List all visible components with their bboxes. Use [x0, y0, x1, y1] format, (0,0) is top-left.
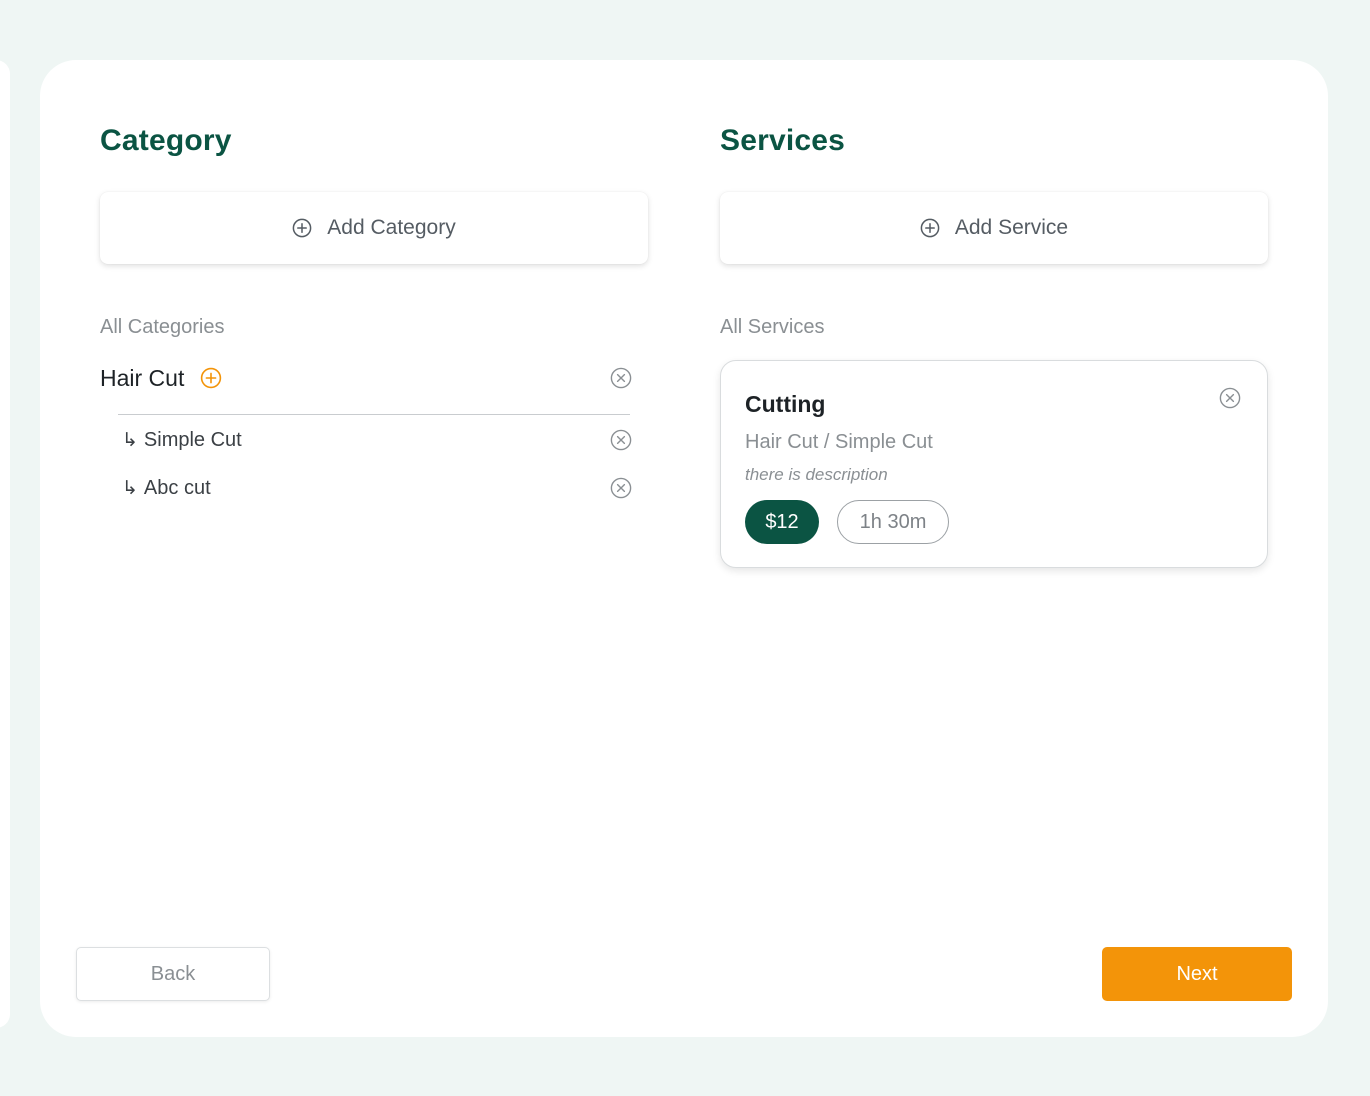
next-button[interactable]: Next — [1102, 947, 1292, 1001]
service-description: there is description — [745, 465, 888, 484]
all-services-label: All Services — [720, 316, 825, 338]
add-service-button[interactable]: Add Service — [720, 192, 1268, 264]
category-item[interactable]: Hair Cut — [100, 358, 634, 398]
category-divider — [118, 414, 630, 415]
remove-subcategory-icon[interactable] — [610, 477, 632, 499]
subcategory-item[interactable]: ↳ Simple Cut — [122, 422, 634, 458]
add-service-label: Add Service — [954, 216, 1069, 239]
background-panel-edge — [0, 60, 10, 1028]
subcategory-name: Abc cut — [143, 476, 211, 499]
service-price-badge: $12 — [745, 500, 819, 544]
category-name: Hair Cut — [100, 364, 185, 391]
service-name: Cutting — [745, 391, 826, 417]
back-button[interactable]: Back — [76, 947, 270, 1001]
subcategory-item[interactable]: ↳ Abc cut — [122, 470, 634, 506]
plus-circle-icon — [292, 218, 312, 238]
remove-subcategory-icon[interactable] — [610, 429, 632, 451]
plus-circle-icon — [920, 218, 940, 238]
add-category-button[interactable]: Add Category — [100, 192, 648, 264]
service-card[interactable]: Cutting Hair Cut / Simple Cut there is d… — [720, 360, 1268, 568]
services-title: Services — [720, 124, 846, 157]
subcategory-arrow: ↳ — [122, 477, 138, 499]
service-duration-badge: 1h 30m — [837, 500, 949, 544]
service-category-path: Hair Cut / Simple Cut — [745, 431, 933, 453]
category-title: Category — [100, 124, 232, 157]
subcategory-arrow: ↳ — [122, 429, 138, 451]
remove-category-icon[interactable] — [610, 367, 632, 389]
remove-service-icon[interactable] — [1219, 387, 1241, 409]
add-subcategory-icon[interactable] — [200, 367, 222, 389]
subcategory-name: Simple Cut — [143, 428, 242, 451]
setup-card: Category Add Category All Categories Hai… — [40, 60, 1328, 1037]
all-categories-label: All Categories — [100, 316, 225, 338]
add-category-label: Add Category — [327, 216, 456, 239]
